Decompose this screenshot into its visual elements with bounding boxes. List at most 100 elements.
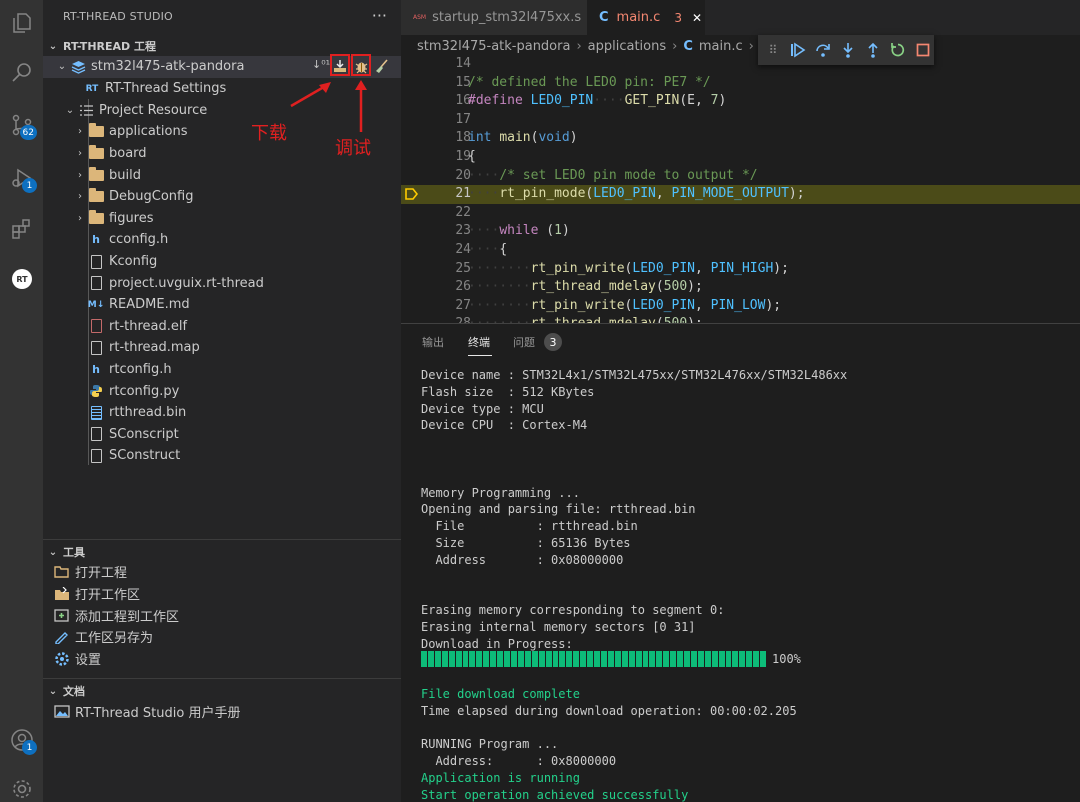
terminal-line: Opening and parsing file: rtthread.bin [421, 502, 696, 517]
chevron-right-icon: › [78, 212, 82, 224]
close-icon[interactable]: ✕ [692, 11, 702, 25]
tab-main-c[interactable]: C main.c 3 ✕ [587, 0, 705, 35]
stop-icon[interactable] [914, 41, 932, 59]
terminal-line-success: Start operation achieved successfully [421, 787, 689, 802]
progress-segment [573, 651, 580, 667]
download-progress-bar [421, 651, 767, 667]
tool-open-project[interactable]: 打开工程 [43, 561, 401, 583]
project-stack-icon [69, 59, 87, 75]
tree-item-file[interactable]: h cconfig.h [43, 229, 401, 251]
tree-item-file[interactable]: SConscript [43, 424, 401, 446]
progress-segment [566, 651, 573, 667]
code-line: 18 int main(void) [455, 130, 578, 146]
tree-item-file[interactable]: SConstruct [43, 445, 401, 467]
tree-item-file[interactable]: M↓ README.md [43, 294, 401, 316]
tab-startup-file[interactable]: ASM startup_stm32l475xx.s [401, 0, 587, 35]
step-out-icon[interactable] [864, 41, 882, 59]
tree-item-file[interactable]: h rtconfig.h [43, 359, 401, 381]
tree-item-project-resource[interactable]: ⌄ Project Resource [43, 100, 401, 122]
search-icon[interactable] [0, 50, 43, 96]
progress-segment [670, 651, 677, 667]
tool-open-workspace[interactable]: 打开工作区 [43, 583, 401, 605]
progress-segment [462, 651, 469, 667]
progress-segment [476, 651, 483, 667]
tree-item-rt-thread-settings[interactable]: RT RT-Thread Settings [43, 78, 401, 100]
file-icon [87, 275, 105, 291]
chevron-down-icon: ⌄ [48, 40, 58, 52]
step-over-icon[interactable] [814, 41, 832, 59]
terminal-line: Device CPU : Cortex-M4 [421, 418, 588, 433]
tree-item-file[interactable]: rtthread.bin [43, 402, 401, 424]
tool-label: 设置 [75, 653, 102, 669]
account-icon[interactable]: 1 [0, 717, 43, 763]
tree-item-label: DebugConfig [109, 189, 194, 205]
image-doc-icon [53, 705, 71, 718]
explorer-icon[interactable] [0, 0, 43, 46]
tree-item-folder[interactable]: › board [43, 143, 401, 165]
code-line: 23 ····while (1) [455, 223, 570, 239]
tool-add-project-to-workspace[interactable]: 添加工程到工作区 [43, 605, 401, 627]
docs-section-header[interactable]: ⌄ 文档 [43, 680, 401, 702]
tree-item-file[interactable]: project.uvguix.rt-thread [43, 272, 401, 294]
account-badge: 1 [22, 740, 37, 755]
tree-item-file[interactable]: rt-thread.elf [43, 316, 401, 338]
build-icon[interactable]: ↓⁰¹ [312, 58, 330, 76]
rt-thread-icon[interactable]: RT [0, 256, 43, 302]
tree-item-folder[interactable]: › figures [43, 208, 401, 230]
clean-broom-icon[interactable] [373, 57, 389, 75]
progress-segment [469, 651, 476, 667]
tree-item-file[interactable]: Kconfig [43, 251, 401, 273]
code-line: 22 [455, 204, 471, 220]
folder-icon [87, 123, 105, 140]
terminal-line: Time elapsed during download operation: … [421, 703, 797, 718]
code-editor[interactable]: 14 15/* defined the LED0 pin: PE7 */ 16 #… [401, 55, 1080, 323]
progress-segment [690, 651, 697, 667]
file-icon [87, 340, 105, 356]
settings-gear-icon[interactable] [0, 766, 43, 802]
terminal-line-success: File download complete [421, 687, 580, 701]
tree-item-folder[interactable]: › DebugConfig [43, 186, 401, 208]
step-into-icon[interactable] [839, 41, 857, 59]
tree-item-folder[interactable]: › applications [43, 121, 401, 143]
tree-item-folder[interactable]: › build [43, 164, 401, 186]
breadcrumb-item[interactable]: stm32l475-atk-pandora [417, 39, 570, 54]
tree-item-label: project.uvguix.rt-thread [109, 275, 264, 291]
docs-section-title: 文档 [63, 685, 85, 698]
more-actions-icon[interactable]: ··· [372, 6, 387, 25]
tool-save-workspace-as[interactable]: 工作区另存为 [43, 626, 401, 648]
run-debug-icon[interactable]: 1 [0, 155, 43, 201]
progress-segment [455, 651, 462, 667]
tab-problem-count: 3 [674, 10, 682, 25]
source-control-icon[interactable]: 62 [0, 102, 43, 148]
progress-segment [552, 651, 559, 667]
gear-icon [53, 651, 71, 667]
section-divider [43, 678, 401, 679]
tree-item-file[interactable]: rt-thread.map [43, 337, 401, 359]
tool-settings[interactable]: 设置 [43, 648, 401, 670]
project-name: stm32l475-atk-pandora [91, 59, 245, 75]
tools-section-header[interactable]: ⌄ 工具 [43, 541, 401, 563]
continue-icon[interactable] [789, 41, 807, 59]
tree-item-file[interactable]: rtconfig.py [43, 380, 401, 402]
extensions-icon[interactable] [0, 206, 43, 252]
asm-file-icon: ASM [413, 14, 427, 21]
doc-user-manual[interactable]: RT-Thread Studio 用户手册 [43, 701, 401, 723]
tab-problems[interactable]: 问题 [513, 334, 535, 350]
file-icon [87, 448, 105, 464]
progress-segment [524, 651, 531, 667]
drag-handle-icon[interactable]: ⠿ [764, 41, 782, 59]
breadcrumb-item[interactable]: applications [588, 39, 666, 54]
breadcrumb-item[interactable]: main.c [699, 39, 743, 54]
progress-segment [725, 651, 732, 667]
tree-item-label: cconfig.h [109, 232, 169, 248]
restart-icon[interactable] [889, 41, 907, 59]
progress-segment [656, 651, 663, 667]
tab-terminal[interactable]: 终端 [468, 334, 490, 350]
progress-segment [614, 651, 621, 667]
debug-toolbar: ⠿ [758, 35, 934, 65]
progress-segment [510, 651, 517, 667]
tool-label: 打开工作区 [75, 588, 141, 604]
progress-segment [704, 651, 711, 667]
bottom-panel: 输出 终端 问题 3 Device name : STM32L4x1/STM32… [401, 323, 1080, 802]
tab-output[interactable]: 输出 [422, 334, 444, 350]
